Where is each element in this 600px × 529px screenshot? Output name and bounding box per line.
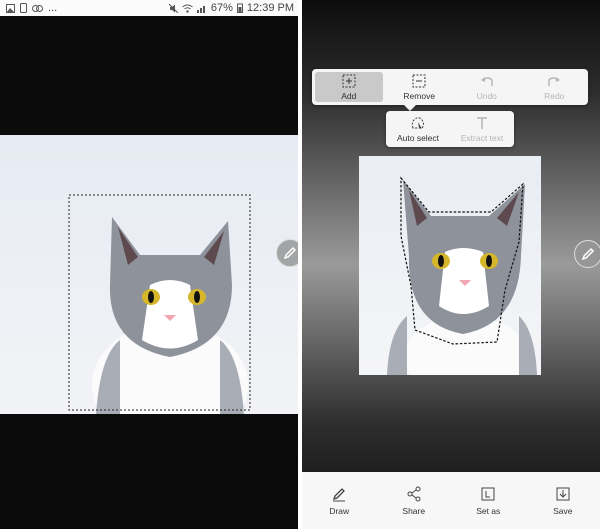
set-as-label: Set as	[476, 505, 501, 516]
wifi-icon	[182, 4, 193, 13]
edit-pen-button[interactable]	[276, 239, 298, 267]
redo-label: Redo	[544, 90, 565, 101]
draw-icon	[333, 487, 346, 501]
remove-selection-icon	[412, 74, 426, 87]
redo-button[interactable]: Redo	[521, 69, 589, 105]
extract-text-label: Extract text	[460, 132, 504, 143]
auto-select-label: Auto select	[396, 132, 440, 143]
cat-photo[interactable]	[0, 135, 298, 414]
cat-image-selected	[387, 176, 537, 375]
mute-icon	[168, 3, 178, 13]
gallery-notification-icon	[6, 3, 15, 13]
redo-icon	[548, 76, 561, 86]
share-label: Share	[402, 505, 426, 516]
bottom-action-bar: Draw Share Set as Save	[302, 472, 600, 529]
battery-icon	[236, 3, 243, 13]
undo-button[interactable]: Undo	[453, 69, 521, 105]
pen-icon	[581, 247, 595, 261]
add-options-toolbar: Auto select Extract text	[386, 111, 514, 147]
save-button[interactable]: Save	[538, 486, 588, 516]
battery-percent: 67%	[210, 2, 233, 14]
cat-image	[68, 194, 251, 414]
clock: 12:39 PM	[246, 2, 294, 14]
set-as-button[interactable]: Set as	[463, 486, 513, 516]
left-screen: ... 67% 12:39 PM	[0, 0, 298, 529]
undo-icon	[480, 76, 493, 86]
notification-overflow: ...	[48, 2, 58, 14]
extract-text-button[interactable]: Extract text	[450, 111, 514, 147]
auto-select-button[interactable]: Auto select	[386, 111, 450, 147]
save-icon	[556, 487, 570, 500]
share-icon	[407, 486, 421, 501]
add-label: Add	[341, 90, 357, 101]
remove-button[interactable]: Remove	[386, 69, 454, 105]
remove-label: Remove	[403, 90, 436, 101]
auto-select-icon	[411, 116, 424, 129]
save-label: Save	[553, 505, 573, 516]
phone-notification-icon	[20, 3, 27, 13]
text-icon	[477, 116, 487, 129]
share-button[interactable]: Share	[389, 486, 439, 516]
undo-label: Undo	[476, 90, 497, 101]
set-as-icon	[481, 487, 495, 500]
pen-icon	[283, 246, 297, 260]
signal-icon	[196, 5, 205, 13]
status-bar: ... 67% 12:39 PM	[0, 0, 298, 16]
link-notification-icon	[32, 4, 43, 12]
cat-photo-selection[interactable]	[359, 156, 541, 375]
add-selection-icon	[342, 74, 356, 87]
selection-toolbar: Add Remove Undo Redo	[312, 69, 588, 105]
draw-button[interactable]: Draw	[314, 486, 364, 516]
draw-label: Draw	[329, 505, 350, 516]
edit-pen-button-right[interactable]	[574, 240, 600, 268]
right-screen: Add Remove Undo Redo Auto select Extract…	[302, 0, 600, 529]
add-button[interactable]: Add	[315, 72, 383, 102]
